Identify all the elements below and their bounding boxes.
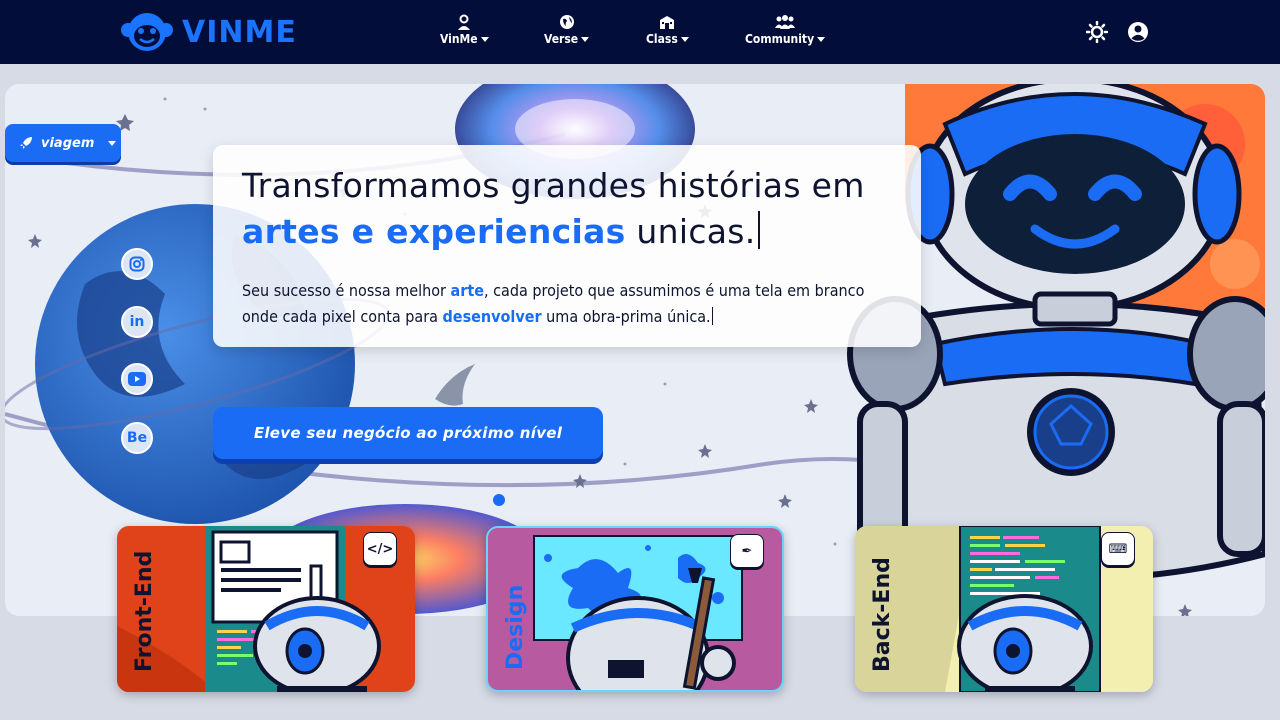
account-icon[interactable] bbox=[1127, 21, 1149, 43]
nav-item-vinme[interactable]: VinMe bbox=[440, 14, 489, 46]
user-icon bbox=[458, 14, 471, 30]
rocket-icon bbox=[20, 137, 32, 149]
chevron-down-icon bbox=[581, 36, 590, 42]
nav-label-class: Class bbox=[646, 32, 678, 46]
card-design[interactable]: Design ✒ bbox=[486, 526, 784, 692]
school-icon bbox=[660, 16, 675, 29]
theme-sun-icon[interactable] bbox=[1086, 21, 1108, 43]
chevron-down-icon bbox=[680, 36, 689, 42]
nav-label-community: Community bbox=[745, 32, 815, 46]
monkey-logo-icon bbox=[121, 13, 173, 51]
code-icon[interactable]: </> bbox=[363, 532, 397, 566]
cta-button[interactable]: Eleve seu negócio ao próximo nível bbox=[213, 407, 603, 459]
chevron-down-icon bbox=[480, 36, 489, 42]
youtube-link[interactable] bbox=[121, 363, 153, 395]
instagram-icon bbox=[129, 256, 145, 272]
youtube-icon bbox=[128, 372, 146, 386]
card-back-end[interactable]: Back-End ⌨ bbox=[855, 526, 1153, 692]
globe-icon bbox=[559, 15, 574, 29]
nav-label-vinme: VinMe bbox=[440, 32, 478, 46]
typing-cursor bbox=[757, 211, 760, 249]
behance-link[interactable]: Be bbox=[121, 422, 153, 454]
hero-subtext: Seu sucesso é nossa melhor arte, cada pr… bbox=[242, 281, 865, 326]
card-label-back-end: Back-End bbox=[870, 557, 895, 672]
hero-headline: Transformamos grandes histórias em artes… bbox=[242, 166, 865, 251]
travel-label: viagem bbox=[41, 135, 95, 151]
nav-item-community[interactable]: Community bbox=[745, 14, 826, 46]
nav-label-verse: Verse bbox=[544, 32, 579, 46]
chevron-down-icon bbox=[817, 36, 826, 42]
chevron-down-icon bbox=[108, 140, 117, 146]
brand-name: VINME bbox=[182, 14, 297, 50]
card-label-front-end: Front-End bbox=[132, 550, 157, 672]
linkedin-icon: in bbox=[129, 314, 145, 330]
card-front-end[interactable]: Front-End </> bbox=[117, 526, 415, 692]
linkedin-link[interactable]: in bbox=[121, 306, 153, 338]
typing-cursor bbox=[711, 307, 713, 325]
top-navbar: VINME VinMe Verse Class Community bbox=[0, 0, 1280, 64]
nav-item-verse[interactable]: Verse bbox=[544, 14, 590, 46]
keyboard-icon[interactable]: ⌨ bbox=[1101, 532, 1135, 566]
travel-toggle-button[interactable]: viagem bbox=[5, 124, 121, 162]
brand-logo[interactable]: VINME bbox=[120, 10, 297, 54]
pen-icon[interactable]: ✒ bbox=[730, 534, 764, 568]
instagram-link[interactable] bbox=[121, 248, 153, 280]
people-icon bbox=[775, 15, 796, 29]
behance-icon: Be bbox=[126, 430, 148, 446]
card-label-design: Design bbox=[503, 584, 528, 670]
nav-item-class[interactable]: Class bbox=[646, 14, 689, 46]
hero-text-card: Transformamos grandes histórias em artes… bbox=[213, 145, 921, 347]
